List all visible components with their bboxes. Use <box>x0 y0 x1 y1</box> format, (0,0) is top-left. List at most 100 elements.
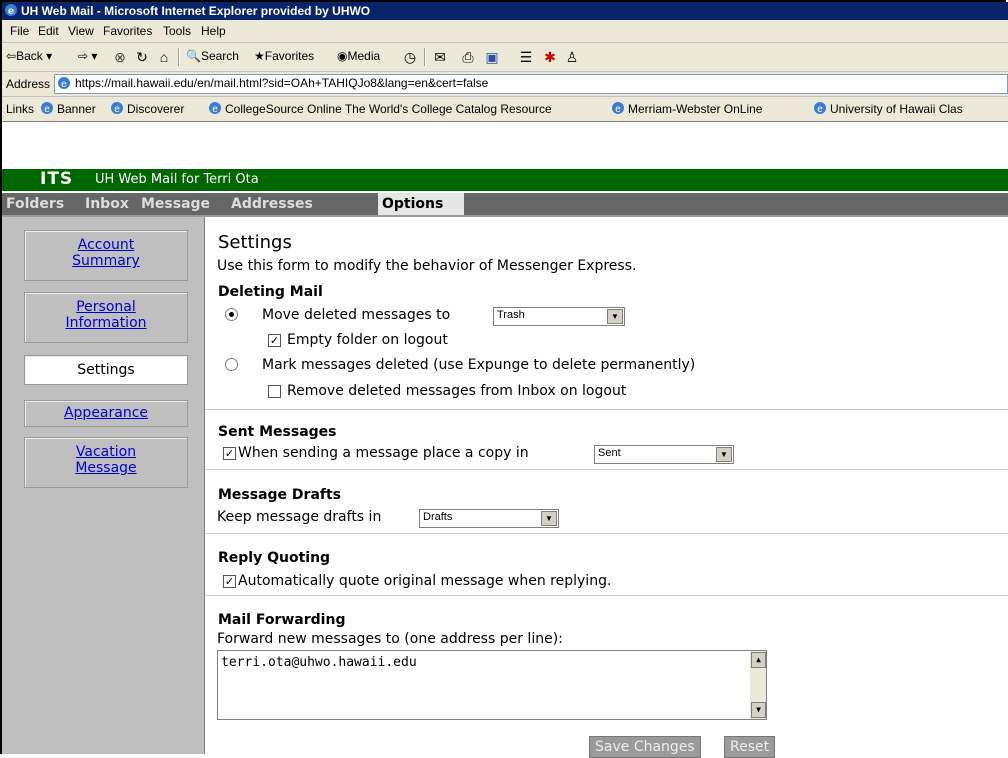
chevron-down-icon: ▼ <box>541 511 557 526</box>
sidebar-item-settings[interactable]: Settings <box>24 355 188 385</box>
svg-text:e: e <box>8 6 14 17</box>
sidebar-item-vacation-message[interactable]: Vacation Message <box>24 437 188 488</box>
menu-view[interactable]: View <box>68 24 94 38</box>
tab-options[interactable]: Options <box>378 193 464 215</box>
section-divider <box>205 533 1008 534</box>
person-icon[interactable]: ♙ <box>564 49 580 65</box>
auto-quote-label: Automatically quote original message whe… <box>238 573 612 589</box>
chevron-down-icon: ▼ <box>716 447 732 462</box>
svg-text:e: e <box>61 79 67 90</box>
media-button[interactable]: ◉Media <box>337 49 380 63</box>
tab-inbox[interactable]: Inbox <box>81 193 133 215</box>
tab-bar: Folders Inbox Message Addresses Options <box>2 193 1008 215</box>
move-deleted-radio[interactable] <box>225 308 238 321</box>
scroll-down-icon[interactable]: ▼ <box>751 702 766 718</box>
print-icon[interactable]: ⎙ <box>460 49 476 65</box>
search-button[interactable]: 🔍Search <box>186 49 239 63</box>
sent-copy-label: When sending a message place a copy in <box>238 445 529 461</box>
star-icon: ★ <box>254 49 265 63</box>
sent-copy-checkbox[interactable]: ✓ <box>223 447 236 460</box>
link-collegesource[interactable]: CollegeSource Online The World's College… <box>225 102 552 116</box>
empty-folder-checkbox[interactable]: ✓ <box>268 334 281 347</box>
sidebar-item-personal-information[interactable]: Personal Information <box>24 292 188 343</box>
reset-button[interactable]: Reset <box>724 736 776 758</box>
sidebar-item-account-summary[interactable]: Account Summary <box>24 230 188 281</box>
address-label: Address <box>6 77 51 91</box>
forwarding-label: Forward new messages to (one address per… <box>217 631 563 647</box>
page-title: Settings <box>218 232 292 253</box>
window-title: UH Web Mail - Microsoft Internet Explore… <box>21 4 371 18</box>
back-arrow-icon: ⇦ <box>6 49 17 63</box>
remove-deleted-label: Remove deleted messages from Inbox on lo… <box>287 383 627 399</box>
save-changes-button[interactable]: Save Changes <box>589 736 701 758</box>
back-button[interactable]: ⇦Back ▾ <box>6 49 52 63</box>
title-bar: e UH Web Mail - Microsoft Internet Explo… <box>2 2 1008 20</box>
tab-addresses[interactable]: Addresses <box>227 193 317 215</box>
drafts-folder-select[interactable]: Drafts ▼ <box>419 509 559 528</box>
textarea-scrollbar[interactable]: ▲ ▼ <box>750 651 766 719</box>
app-subtitle: UH Web Mail for Terri Ota <box>95 172 259 187</box>
forwarding-address-textarea[interactable]: terri.ota@uhwo.hawaii.edu ▲ ▼ <box>217 650 767 720</box>
history-icon[interactable]: ◷ <box>402 49 418 65</box>
svg-text:e: e <box>212 104 218 115</box>
message-drafts-heading: Message Drafts <box>218 487 342 503</box>
remove-deleted-checkbox[interactable] <box>268 385 281 398</box>
scroll-up-icon[interactable]: ▲ <box>751 652 766 668</box>
sent-messages-heading: Sent Messages <box>218 424 337 440</box>
forward-button[interactable]: ⇨ ▾ <box>78 49 97 63</box>
links-bar: Links e Banner e Discoverer e CollegeSou… <box>2 97 1008 122</box>
link-uh-class[interactable]: University of Hawaii Clas <box>830 102 963 116</box>
menu-favorites[interactable]: Favorites <box>103 24 152 38</box>
link-ie-icon: e <box>814 102 826 115</box>
svg-text:e: e <box>44 104 50 115</box>
section-divider <box>205 595 1008 596</box>
tab-folders[interactable]: Folders <box>2 193 68 215</box>
favorites-button[interactable]: ★Favorites <box>254 49 314 63</box>
address-input[interactable]: e https://mail.hawaii.edu/en/mail.html?s… <box>54 74 1008 94</box>
mail-forwarding-heading: Mail Forwarding <box>218 612 346 628</box>
options-sidebar: Account Summary Personal Information Set… <box>2 217 205 754</box>
address-url: https://mail.hawaii.edu/en/mail.html?sid… <box>75 76 489 90</box>
reply-quoting-heading: Reply Quoting <box>218 550 331 566</box>
page-intro: Use this form to modify the behavior of … <box>217 258 637 274</box>
menu-edit[interactable]: Edit <box>38 24 59 38</box>
deleting-mail-heading: Deleting Mail <box>218 284 323 300</box>
move-deleted-label: Move deleted messages to <box>262 307 451 323</box>
trash-folder-select[interactable]: Trash ▼ <box>493 307 625 326</box>
svg-text:e: e <box>615 104 621 115</box>
page-icon: e <box>58 77 70 90</box>
mark-deleted-label: Mark messages deleted (use Expunge to de… <box>262 357 696 373</box>
link-ie-icon: e <box>612 102 624 115</box>
toolbar-separator <box>424 48 426 66</box>
link-banner[interactable]: Banner <box>57 102 96 116</box>
link-ie-icon: e <box>209 102 221 115</box>
home-icon[interactable]: ⌂ <box>156 49 172 65</box>
address-bar: Address e https://mail.hawaii.edu/en/mai… <box>2 72 1008 97</box>
refresh-icon[interactable]: ↻ <box>134 49 150 65</box>
search-icon: 🔍 <box>186 49 201 63</box>
mark-deleted-radio[interactable] <box>225 358 238 371</box>
mail-icon[interactable]: ✉ <box>432 49 448 65</box>
link-merriam-webster[interactable]: Merriam-Webster OnLine <box>628 102 762 116</box>
discuss-icon[interactable]: ☰ <box>518 49 534 65</box>
chevron-down-icon: ▼ <box>607 309 623 324</box>
messenger-icon[interactable]: ✱ <box>542 49 558 65</box>
toolbar: ⇦Back ▾ ⇨ ▾ ⊗ ↻ ⌂ 🔍Search ★Favorites ◉Me… <box>2 43 1008 72</box>
section-divider <box>205 409 1008 410</box>
stop-icon[interactable]: ⊗ <box>112 49 128 65</box>
svg-text:e: e <box>817 104 823 115</box>
menu-tools[interactable]: Tools <box>163 24 191 38</box>
menu-help[interactable]: Help <box>201 24 226 38</box>
tab-message[interactable]: Message <box>137 193 214 215</box>
sidebar-item-appearance[interactable]: Appearance <box>24 400 188 427</box>
page-gap <box>2 122 1008 169</box>
auto-quote-checkbox[interactable]: ✓ <box>223 575 236 588</box>
link-discoverer[interactable]: Discoverer <box>127 102 184 116</box>
drafts-label: Keep message drafts in <box>217 509 382 525</box>
edit-icon[interactable]: ▣ <box>484 49 500 65</box>
empty-folder-label: Empty folder on logout <box>287 332 448 348</box>
forward-arrow-icon: ⇨ <box>78 49 89 63</box>
menu-file[interactable]: File <box>10 24 29 38</box>
menu-bar: File Edit View Favorites Tools Help <box>2 20 1008 43</box>
sent-folder-select[interactable]: Sent ▼ <box>594 445 734 464</box>
